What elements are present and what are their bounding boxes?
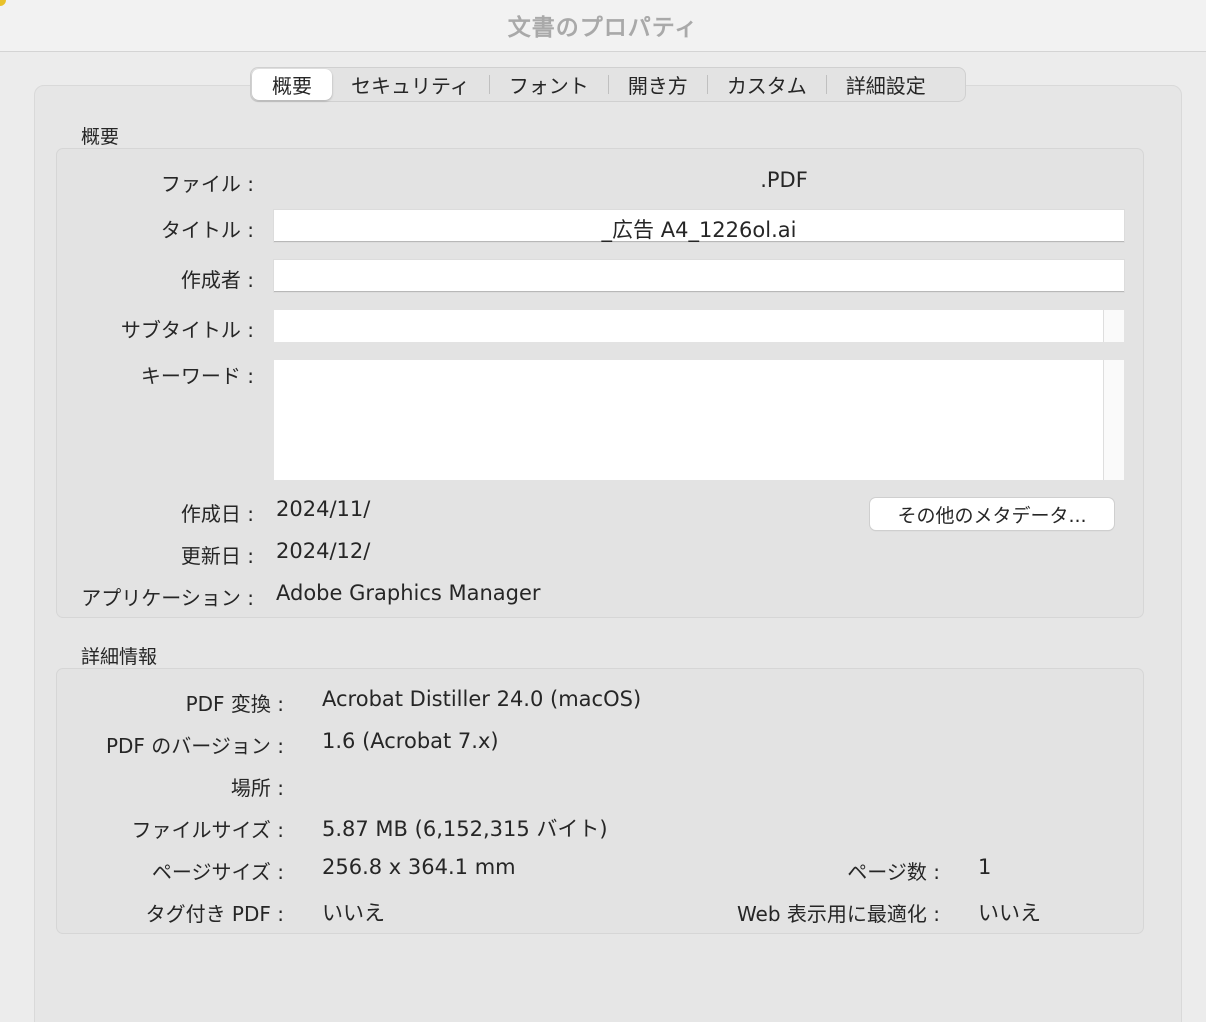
page-count-value: 1: [978, 855, 992, 879]
file-size-label: ファイルサイズ :: [131, 818, 285, 842]
file-value: .PDF: [760, 168, 808, 192]
page-count-label: ページ数 :: [847, 860, 940, 884]
tab-fonts[interactable]: フォント: [490, 69, 608, 100]
producer-value: Acrobat Distiller 24.0 (macOS): [322, 687, 642, 711]
subtitle-scrollbar[interactable]: [1103, 310, 1124, 342]
title-field-value: _広告 A4_1226ol.ai: [601, 218, 797, 242]
subtitle-field[interactable]: [274, 310, 1124, 342]
tab-security[interactable]: セキュリティ: [332, 69, 489, 100]
tab-bar: 概要 セキュリティ フォント 開き方 カスタム 詳細設定: [250, 67, 966, 102]
author-label: 作成者 :: [180, 268, 254, 292]
author-field[interactable]: [274, 260, 1124, 292]
pdf-version-value: 1.6 (Acrobat 7.x): [322, 729, 499, 753]
pdf-version-label: PDF のバージョン :: [105, 734, 284, 758]
fast-web-view-value: いいえ: [978, 901, 1041, 925]
keywords-label: キーワード :: [140, 364, 254, 388]
keywords-field[interactable]: [274, 360, 1124, 480]
keywords-scrollbar[interactable]: [1103, 360, 1124, 480]
window-title: 文書のプロパティ: [507, 15, 699, 41]
location-label: 場所 :: [230, 776, 284, 800]
title-bar[interactable]: 文書のプロパティ: [0, 0, 1206, 52]
modified-date-label: 更新日 :: [180, 544, 254, 568]
producer-label: PDF 変換 :: [185, 692, 284, 716]
tagged-pdf-label: タグ付き PDF :: [145, 902, 284, 926]
application-label: アプリケーション :: [81, 586, 254, 610]
created-date-value: 2024/11/: [276, 497, 371, 521]
tagged-pdf-value: いいえ: [322, 901, 385, 925]
tab-initial-view[interactable]: 開き方: [609, 69, 707, 100]
file-label: ファイル :: [160, 172, 254, 196]
page-size-value: 256.8 x 364.1 mm: [322, 855, 516, 879]
subtitle-label: サブタイトル :: [120, 318, 254, 342]
modified-date-value: 2024/12/: [276, 539, 371, 563]
window-corner-indicator: [0, 0, 6, 6]
more-metadata-button[interactable]: その他のメタデータ...: [870, 498, 1114, 530]
tab-custom[interactable]: カスタム: [708, 69, 826, 100]
document-properties-window: 文書のプロパティ 概要 セキュリティ フォント 開き方 カスタム 詳細設定 概要…: [0, 0, 1206, 1022]
tab-overview[interactable]: 概要: [252, 69, 332, 100]
title-field[interactable]: _広告 A4_1226ol.ai: [274, 210, 1124, 242]
tab-advanced[interactable]: 詳細設定: [827, 69, 945, 100]
created-date-label: 作成日 :: [180, 502, 254, 526]
application-value: Adobe Graphics Manager: [276, 581, 541, 605]
details-section-title: 詳細情報: [81, 646, 158, 668]
file-size-value: 5.87 MB (6,152,315 バイト): [322, 817, 608, 841]
title-label: タイトル :: [160, 218, 254, 242]
page-size-label: ページサイズ :: [151, 860, 284, 884]
fast-web-view-label: Web 表示用に最適化 :: [736, 902, 940, 926]
overview-section-title: 概要: [81, 126, 120, 148]
